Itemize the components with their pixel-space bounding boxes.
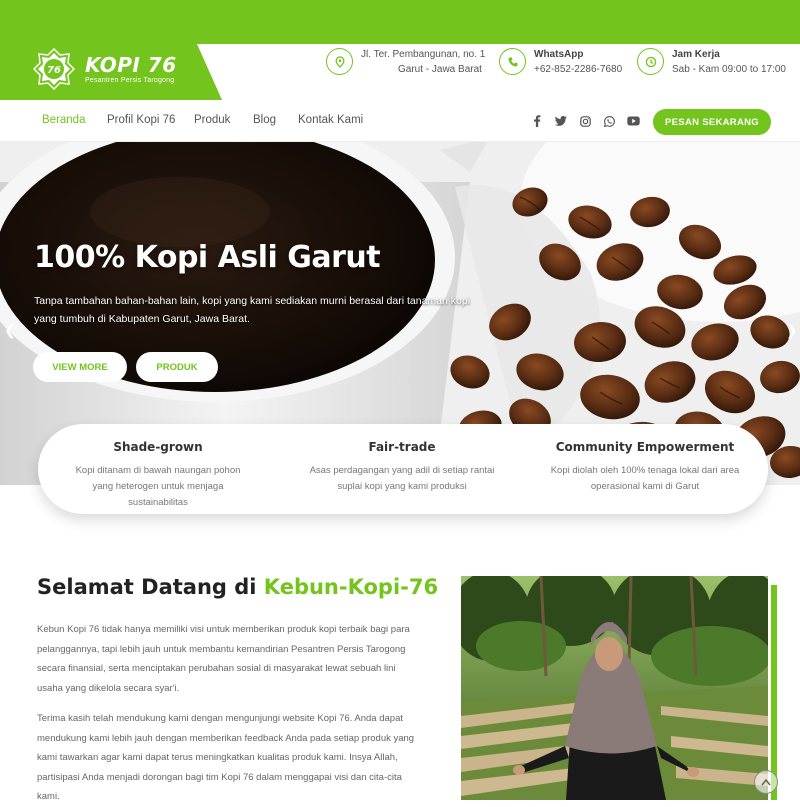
address-line-2: Garut - Jawa Barat xyxy=(398,64,482,75)
logo-badge-icon: 76 xyxy=(33,48,75,90)
welcome-paragraph-2: Terima kasih telah mendukung kami dengan… xyxy=(37,713,415,802)
hero-title: 100% Kopi Asli Garut xyxy=(34,240,381,275)
welcome-title: Selamat Datang di Kebun-Kopi-76 xyxy=(37,575,438,599)
facebook-icon[interactable] xyxy=(530,114,544,128)
hours-info: Jam Kerja Sab - Kam 09:00 to 17:00 xyxy=(637,47,786,77)
whatsapp-number[interactable]: +62-852-2286-7680 xyxy=(534,62,622,77)
whatsapp-label: WhatsApp xyxy=(534,49,584,60)
feature-desc: Kopi ditanam di bawah naungan pohon yang… xyxy=(75,465,241,508)
address-line-1: Jl. Ter. Pembangunan, no. 1 xyxy=(361,49,486,60)
feature-title: Shade-grown xyxy=(113,440,203,454)
nav-item-kontak[interactable]: Kontak Kami xyxy=(298,114,363,126)
nav-item-profil[interactable]: Profil Kopi 76 xyxy=(107,114,175,126)
logo-title: KOPI 76 xyxy=(85,53,177,77)
features-card: Shade-grown Kopi ditanam di bawah naunga… xyxy=(38,424,768,514)
order-now-button[interactable]: PESAN SEKARANG xyxy=(653,109,771,135)
view-more-button[interactable]: VIEW MORE xyxy=(33,352,127,382)
address-info: Jl. Ter. Pembangunan, no. 1 Garut - Jawa… xyxy=(326,47,485,77)
location-pin-icon xyxy=(326,48,353,75)
clock-icon xyxy=(637,48,664,75)
top-bar xyxy=(0,0,800,44)
whatsapp-icon[interactable] xyxy=(602,114,616,128)
feature-desc: Kopi diolah oleh 100% tenaga lokal dari … xyxy=(550,465,740,492)
slider-next-icon[interactable]: ❯ xyxy=(786,322,798,339)
farmer-photo xyxy=(461,576,768,800)
welcome-title-prefix: Selamat Datang di xyxy=(37,575,264,599)
produk-button[interactable]: PRODUK xyxy=(136,352,218,382)
welcome-paragraph-1: Kebun Kopi 76 tidak hanya memiliki visi … xyxy=(37,624,410,694)
whatsapp-info[interactable]: WhatsApp +62-852-2286-7680 xyxy=(499,47,622,77)
scroll-to-top-button[interactable] xyxy=(754,770,778,794)
slider-prev-icon[interactable]: ❮ xyxy=(4,322,16,339)
phone-icon xyxy=(499,48,526,75)
logo-badge-text: 76 xyxy=(47,65,61,76)
chevron-up-icon xyxy=(761,778,771,786)
nav-item-blog[interactable]: Blog xyxy=(253,114,276,126)
youtube-icon[interactable] xyxy=(626,114,640,128)
hero-description: Tanpa tambahan bahan-bahan lain, kopi ya… xyxy=(34,295,471,325)
feature-community: Community Empowerment Kopi diolah oleh 1… xyxy=(535,440,755,495)
twitter-icon[interactable] xyxy=(554,114,568,128)
feature-desc: Asas perdagangan yang adil di setiap ran… xyxy=(309,465,495,492)
nav-item-produk[interactable]: Produk xyxy=(194,114,230,126)
site-logo[interactable]: 76 KOPI 76 Pesantren Persis Tarogong xyxy=(33,46,177,92)
feature-fair-trade: Fair-trade Asas perdagangan yang adil di… xyxy=(292,440,512,495)
welcome-title-highlight: Kebun-Kopi-76 xyxy=(263,575,439,599)
logo-tagline: Pesantren Persis Tarogong xyxy=(85,77,175,84)
feature-shade-grown: Shade-grown Kopi ditanam di bawah naunga… xyxy=(48,440,268,511)
instagram-icon[interactable] xyxy=(578,114,592,128)
photo-accent-bar xyxy=(771,585,777,800)
hours-label: Jam Kerja xyxy=(672,49,720,60)
hours-value: Sab - Kam 09:00 to 17:00 xyxy=(672,64,786,75)
feature-title: Fair-trade xyxy=(368,440,436,454)
nav-item-beranda[interactable]: Beranda xyxy=(42,114,85,126)
feature-title: Community Empowerment xyxy=(555,440,735,454)
